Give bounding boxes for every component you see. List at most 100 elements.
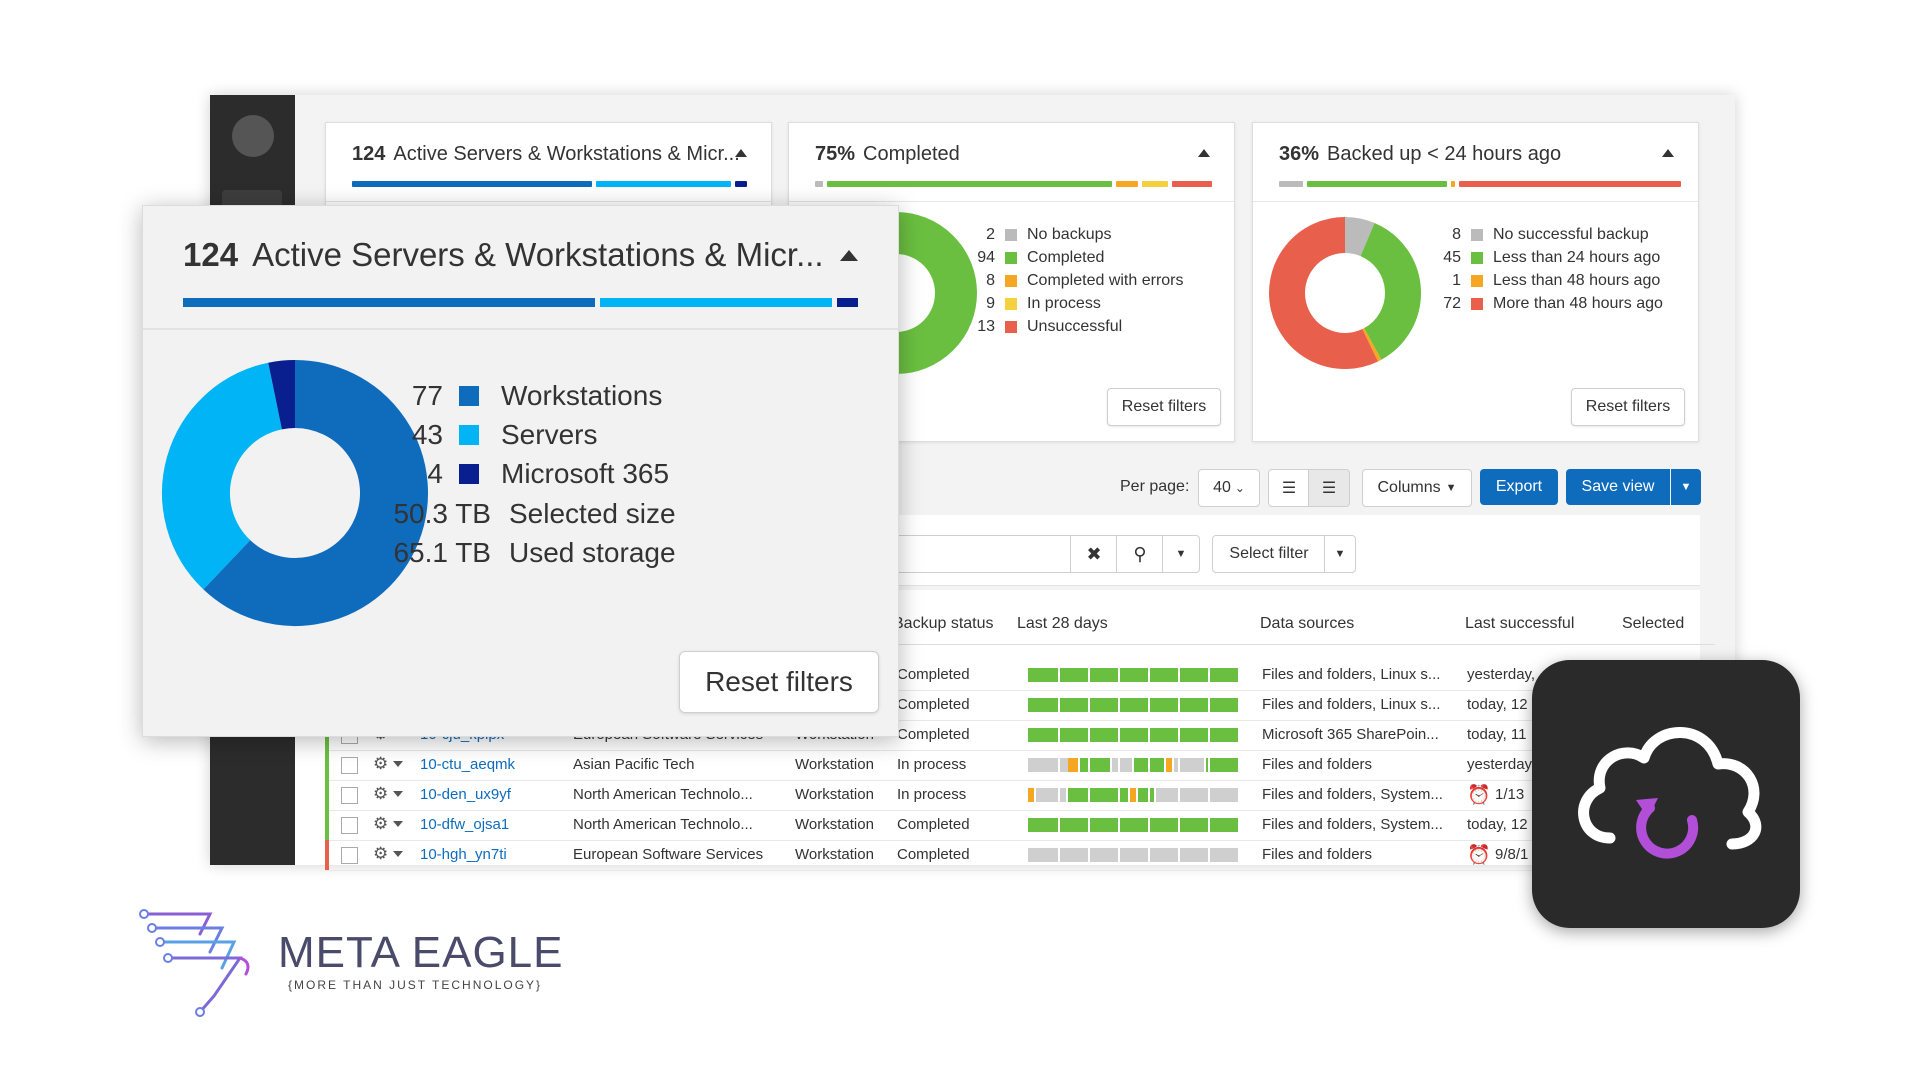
legend-count: 2 xyxy=(986,225,995,243)
list-view-icon[interactable]: ☰ xyxy=(1268,469,1310,507)
backed-up-legend: 8 No successful backup 45 Less than 24 hour… xyxy=(1423,223,1663,315)
legend-count: 8 xyxy=(1452,225,1461,243)
table-row[interactable]: ⚙ 10-den_ux9yf North American Technolo... W… xyxy=(325,780,1715,811)
legend-item[interactable]: 1 Less than 48 hours ago xyxy=(1423,269,1663,292)
summary-card-backed-up: 36% Backed up < 24 hours ago 8 No successf… xyxy=(1252,122,1699,442)
legend-swatch xyxy=(459,424,479,445)
legend-swatch xyxy=(459,463,479,484)
legend-item[interactable]: 2 No backups xyxy=(957,223,1184,246)
row-checkbox[interactable] xyxy=(341,787,358,804)
gear-icon[interactable]: ⚙ xyxy=(373,784,388,804)
device-name-link[interactable]: 10-den_ux9yf xyxy=(420,786,511,803)
segment xyxy=(1459,181,1681,187)
row-menu-chevron-icon[interactable] xyxy=(393,761,403,767)
last-28-days-bar xyxy=(1028,758,1238,772)
backup-status-cell: In process xyxy=(897,786,967,803)
legend-count: 43 xyxy=(411,418,443,450)
row-menu-chevron-icon[interactable] xyxy=(393,821,403,827)
card-title: 124 Active Servers & Workstations & Micr.… xyxy=(183,236,824,273)
collapse-caret-icon[interactable] xyxy=(840,250,858,261)
export-button[interactable]: Export xyxy=(1480,469,1558,505)
columns-button[interactable]: Columns ▼ xyxy=(1362,469,1472,507)
completed-legend: 2 No backups 94 Completed 8 Completed with er… xyxy=(957,223,1184,338)
donut-slice[interactable] xyxy=(162,362,284,590)
collapse-caret-icon[interactable] xyxy=(1662,149,1674,157)
search-options-chevron-icon[interactable]: ▼ xyxy=(1162,535,1200,573)
legend-item[interactable]: 9 In process xyxy=(957,292,1184,315)
legend-item[interactable]: 94 Completed xyxy=(957,246,1184,269)
data-sources-cell: Files and folders, System... xyxy=(1262,816,1443,833)
legend-label: Workstations xyxy=(501,379,663,411)
save-view-button[interactable]: Save view xyxy=(1566,469,1670,505)
table-row[interactable]: ⚙ 10-hgh_yn7ti European Software Services W… xyxy=(325,840,1715,871)
legend-item[interactable]: 8 No successful backup xyxy=(1423,223,1663,246)
table-row[interactable]: ⚙ 10-ctu_aeqmk Asian Pacific Tech Workstati… xyxy=(325,750,1715,781)
segment-bar xyxy=(183,298,858,307)
donut-slice[interactable] xyxy=(1359,222,1421,360)
day-cell xyxy=(1138,788,1154,802)
legend-swatch xyxy=(1005,320,1017,333)
day-cell xyxy=(1112,758,1132,772)
row-checkbox[interactable] xyxy=(341,757,358,774)
legend-count: 94 xyxy=(977,248,995,266)
selected-size-label: Selected size xyxy=(509,497,676,529)
row-checkbox[interactable] xyxy=(341,817,358,834)
gear-icon[interactable]: ⚙ xyxy=(373,754,388,774)
eagle-circuit-logo-icon xyxy=(139,909,250,1017)
col-header-last-28-days[interactable]: Last 28 days xyxy=(1017,615,1108,633)
col-header-backup-status[interactable]: Backup status xyxy=(893,615,994,633)
save-view-menu-chevron-icon[interactable]: ▼ xyxy=(1671,469,1701,505)
row-menu-chevron-icon[interactable] xyxy=(393,851,403,857)
legend-item[interactable]: 43 Servers xyxy=(403,415,669,454)
gear-icon[interactable]: ⚙ xyxy=(373,844,388,864)
row-checkbox[interactable] xyxy=(341,847,358,864)
segment xyxy=(596,181,731,187)
legend-item[interactable]: 45 Less than 24 hours ago xyxy=(1423,246,1663,269)
segment xyxy=(735,181,747,187)
legend-item[interactable]: 13 Unsuccessful xyxy=(957,315,1184,338)
legend-swatch xyxy=(1005,274,1017,287)
brand-name: META EAGLE xyxy=(278,928,564,977)
device-name-link[interactable]: 10-hgh_yn7ti xyxy=(420,846,507,863)
storage-summary: 50.3 TB Selected size 65.1 TB Used storage xyxy=(383,494,676,572)
customer-cell: North American Technolo... xyxy=(573,786,753,803)
devices-legend: 77 Workstations 43 Servers 4 Microsoft 365 xyxy=(403,376,669,493)
clear-icon[interactable]: ✖ xyxy=(1070,535,1118,573)
reset-filters-button[interactable]: Reset filters xyxy=(1571,388,1685,426)
reset-filters-button[interactable]: Reset filters xyxy=(679,651,879,713)
gear-icon[interactable]: ⚙ xyxy=(373,814,388,834)
legend-count: 45 xyxy=(1443,248,1461,266)
collapse-caret-icon[interactable] xyxy=(735,149,747,157)
status-marker xyxy=(325,840,329,870)
legend-item[interactable]: 77 Workstations xyxy=(403,376,669,415)
grid-view-icon[interactable]: ☰ xyxy=(1308,469,1350,507)
legend-item[interactable]: 72 More than 48 hours ago xyxy=(1423,292,1663,315)
col-header-selected[interactable]: Selected xyxy=(1622,615,1684,633)
search-icon[interactable]: ⚲ xyxy=(1116,535,1164,573)
donut-slice[interactable] xyxy=(1344,217,1375,257)
device-name-link[interactable]: 10-ctu_aeqmk xyxy=(420,756,515,773)
device-type-cell: Workstation xyxy=(795,816,874,833)
collapse-caret-icon[interactable] xyxy=(1198,149,1210,157)
status-marker xyxy=(325,810,329,840)
legend-item[interactable]: 8 Completed with errors xyxy=(957,269,1183,292)
table-row[interactable]: ⚙ 10-dfw_ojsa1 North American Technolo... W… xyxy=(325,810,1715,841)
select-filter-button[interactable]: Select filter xyxy=(1212,535,1326,573)
sidebar-avatar[interactable] xyxy=(232,115,274,157)
segment xyxy=(1279,181,1303,187)
search-input[interactable] xyxy=(880,535,1071,573)
legend-item[interactable]: 4 Microsoft 365 xyxy=(403,454,669,493)
donut-slice[interactable] xyxy=(1362,328,1382,362)
reset-filters-button[interactable]: Reset filters xyxy=(1107,388,1221,426)
device-name-link[interactable]: 10-dfw_ojsa1 xyxy=(420,816,509,833)
row-menu-chevron-icon[interactable] xyxy=(393,791,403,797)
selected-size-value: 50.3 TB xyxy=(393,497,491,529)
col-header-data-sources[interactable]: Data sources xyxy=(1260,615,1354,633)
donut-slice[interactable] xyxy=(268,360,296,430)
backup-status-cell: In process xyxy=(897,756,967,773)
col-header-last-successful[interactable]: Last successful xyxy=(1465,615,1574,633)
per-page-select[interactable]: 40 ⌄ xyxy=(1198,469,1260,507)
legend-swatch xyxy=(1471,297,1483,310)
brand-logo: META EAGLE {MORE THAN JUST TECHNOLOGY} xyxy=(130,900,563,1030)
select-filter-chevron-icon[interactable]: ▼ xyxy=(1324,535,1356,573)
